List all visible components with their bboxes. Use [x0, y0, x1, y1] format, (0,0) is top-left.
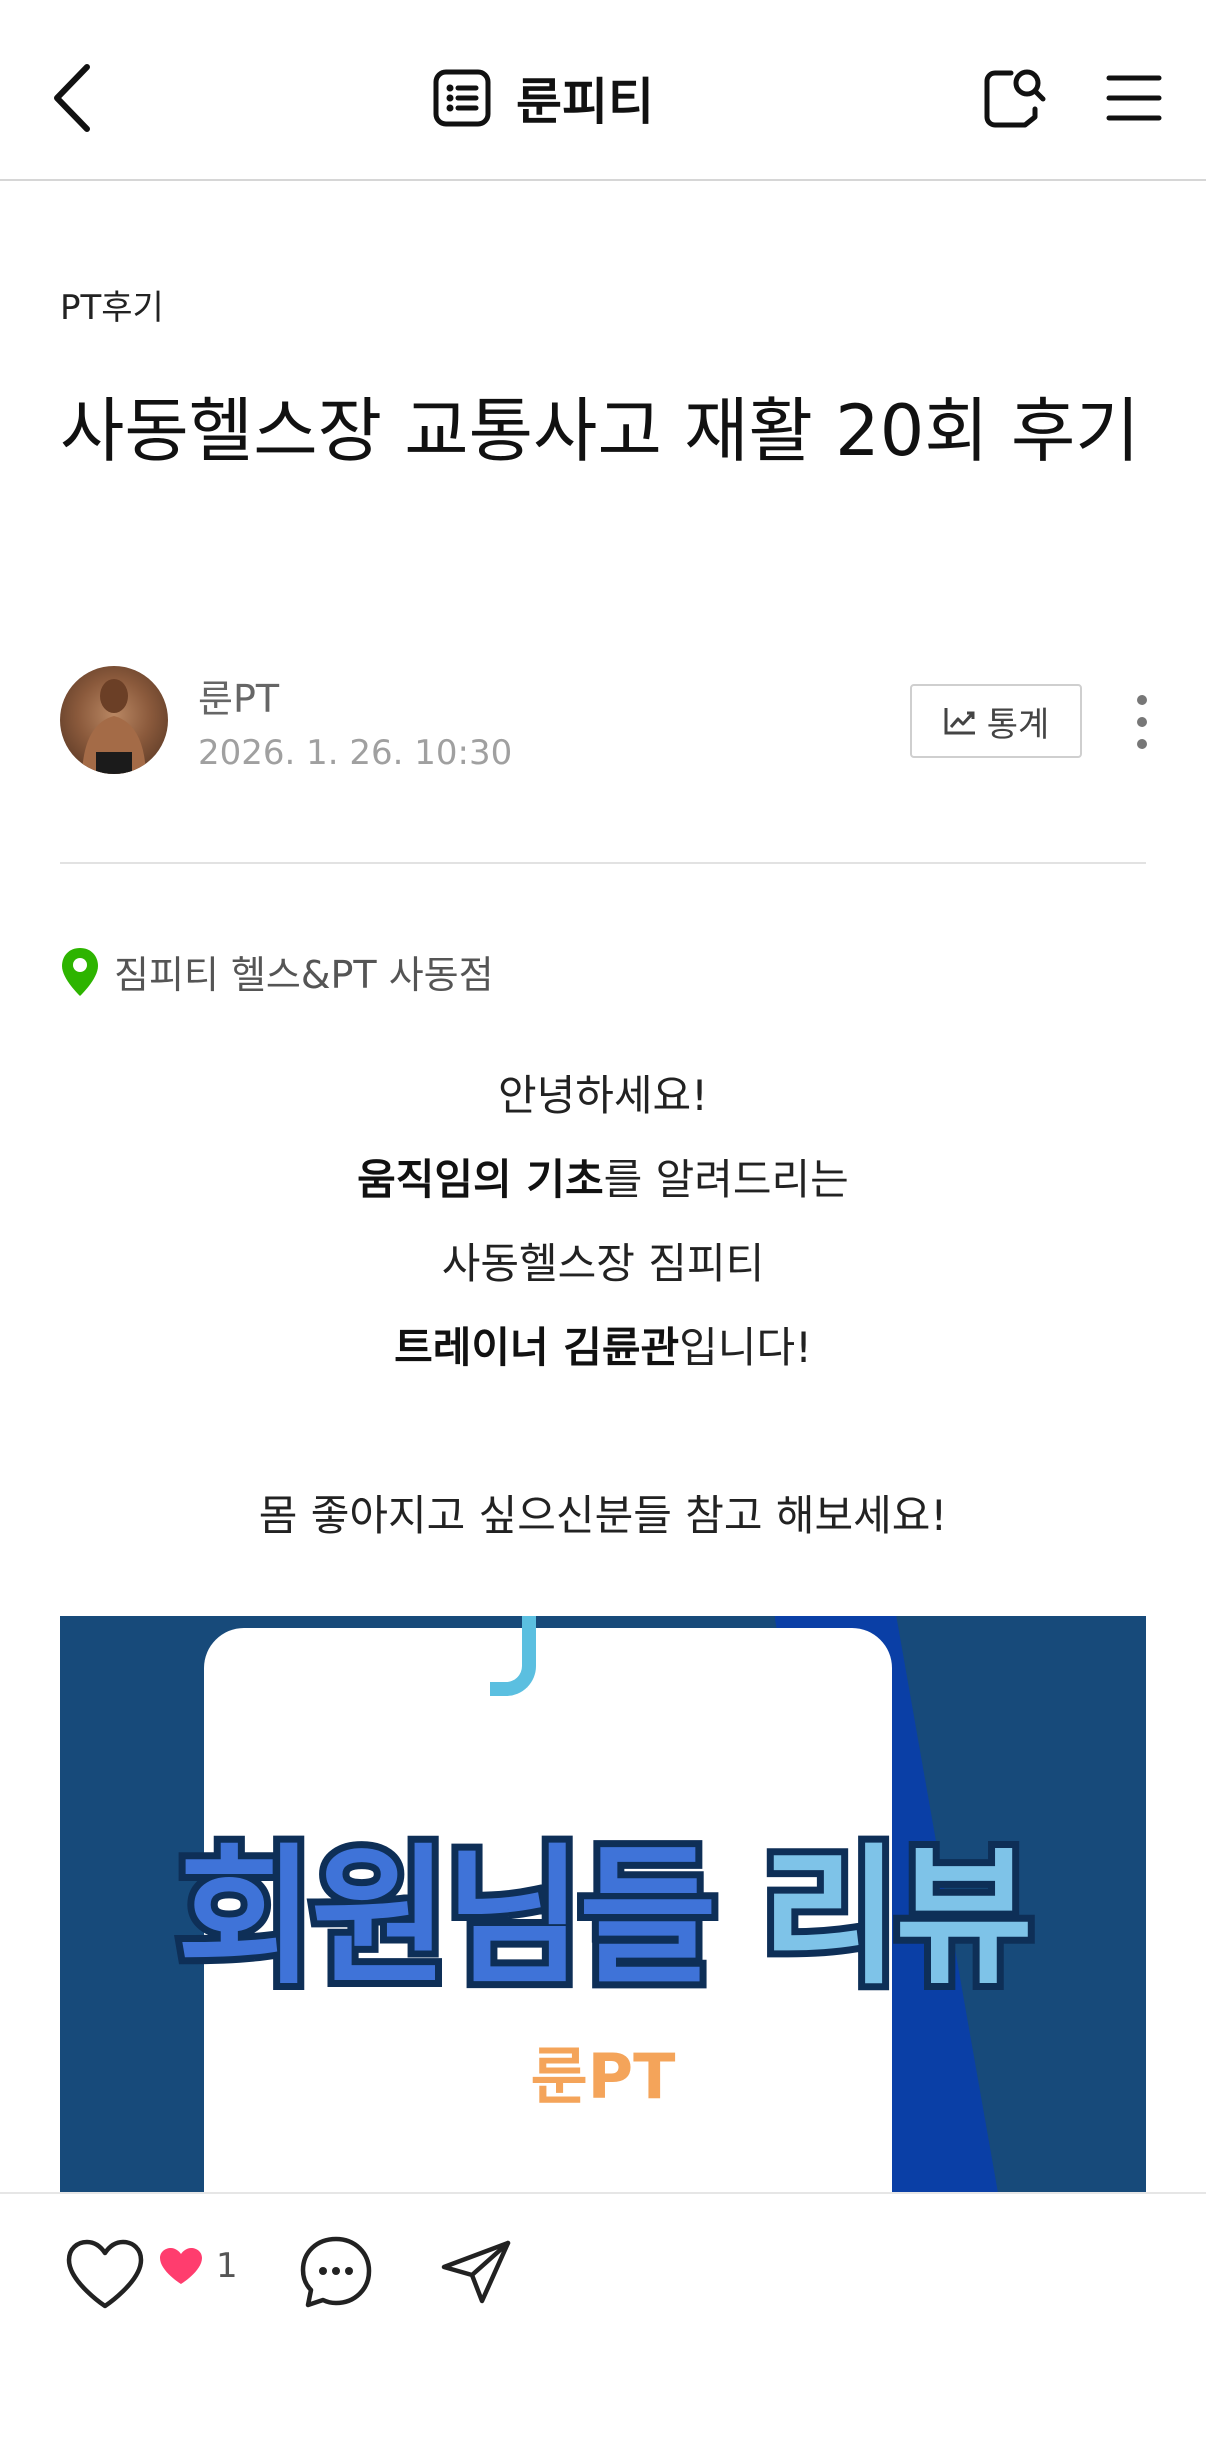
avatar[interactable]: [60, 666, 168, 774]
like-button[interactable]: [62, 2234, 148, 2314]
body-line: 몸 좋아지고 싶으신분들 참고 해보세요!: [258, 1491, 948, 1540]
body-line: 사동헬스장 짐피티: [441, 1239, 765, 1288]
blog-name: 룬피티: [516, 73, 654, 131]
more-vertical-icon: [1137, 695, 1147, 749]
image-title: 회원님들 리뷰: [60, 1796, 1146, 2013]
post-body: 안녕하세요! 움직임의 기초를 알려드리는 사동헬스장 짐피티 트레이너 김륜관…: [60, 1054, 1146, 1558]
stats-button[interactable]: 통계: [910, 684, 1082, 758]
list-icon: [433, 69, 491, 127]
post-date: 2026. 1. 26. 10:30: [198, 733, 513, 773]
image-subtitle: 룬PT: [530, 2040, 676, 2113]
body-text: 를 알려드리는: [603, 1155, 849, 1204]
menu-icon: [1106, 75, 1162, 121]
body-bold-text: 움직임의 기초: [357, 1155, 604, 1204]
comment-button[interactable]: [296, 2232, 376, 2312]
image-title-part2: 리뷰: [754, 1824, 1040, 2012]
comment-bubble-icon: [300, 2236, 372, 2308]
post-page: 룬피티 PT후기 사동헬스장 교통사고 재활 20회 후기 룬PT 2026. …: [0, 0, 1206, 2451]
search-button[interactable]: [972, 56, 1056, 140]
send-icon: [441, 2240, 511, 2304]
heart-filled-icon: [160, 2248, 202, 2284]
image-hook: [490, 1616, 536, 1696]
post-image[interactable]: 회원님들 리뷰 룬PT: [60, 1616, 1146, 2192]
body-line: 트레이너 김륜관입니다!: [60, 1306, 1146, 1390]
location-name: 짐피티 헬스&PT 사동점: [114, 953, 494, 997]
chart-trend-icon: [944, 708, 975, 735]
avatar-photo-icon: [82, 679, 146, 774]
image-title-part1: 회원님들: [170, 1824, 724, 2012]
more-options-button[interactable]: [1120, 682, 1164, 762]
post-title: 사동헬스장 교통사고 재활 20회 후기: [60, 390, 1140, 472]
blog-title[interactable]: 룬피티: [432, 66, 654, 131]
body-text: 입니다!: [679, 1323, 812, 1372]
heart-outline-icon: [66, 2239, 144, 2309]
location-tag[interactable]: 짐피티 헬스&PT 사동점: [60, 944, 494, 999]
top-app-bar: 룬피티: [0, 0, 1206, 181]
header-divider: [60, 862, 1146, 864]
like-count: 1: [216, 2246, 238, 2286]
body-line: 안녕하세요!: [497, 1071, 709, 1120]
back-button[interactable]: [36, 56, 106, 140]
post-category[interactable]: PT후기: [60, 280, 164, 329]
map-pin-icon: [62, 947, 98, 996]
body-bold-text: 트레이너 김륜관: [394, 1323, 680, 1372]
bottom-action-bar: 1: [0, 2192, 1206, 2451]
like-summary[interactable]: 1: [158, 2246, 238, 2286]
search-icon: [984, 69, 1046, 128]
stats-label: 통계: [986, 704, 1050, 745]
back-arrow-icon: [54, 64, 90, 132]
body-line: 움직임의 기초를 알려드리는: [60, 1138, 1146, 1222]
author-name[interactable]: 룬PT: [198, 668, 279, 723]
share-button[interactable]: [436, 2234, 516, 2310]
menu-button[interactable]: [1096, 60, 1172, 136]
